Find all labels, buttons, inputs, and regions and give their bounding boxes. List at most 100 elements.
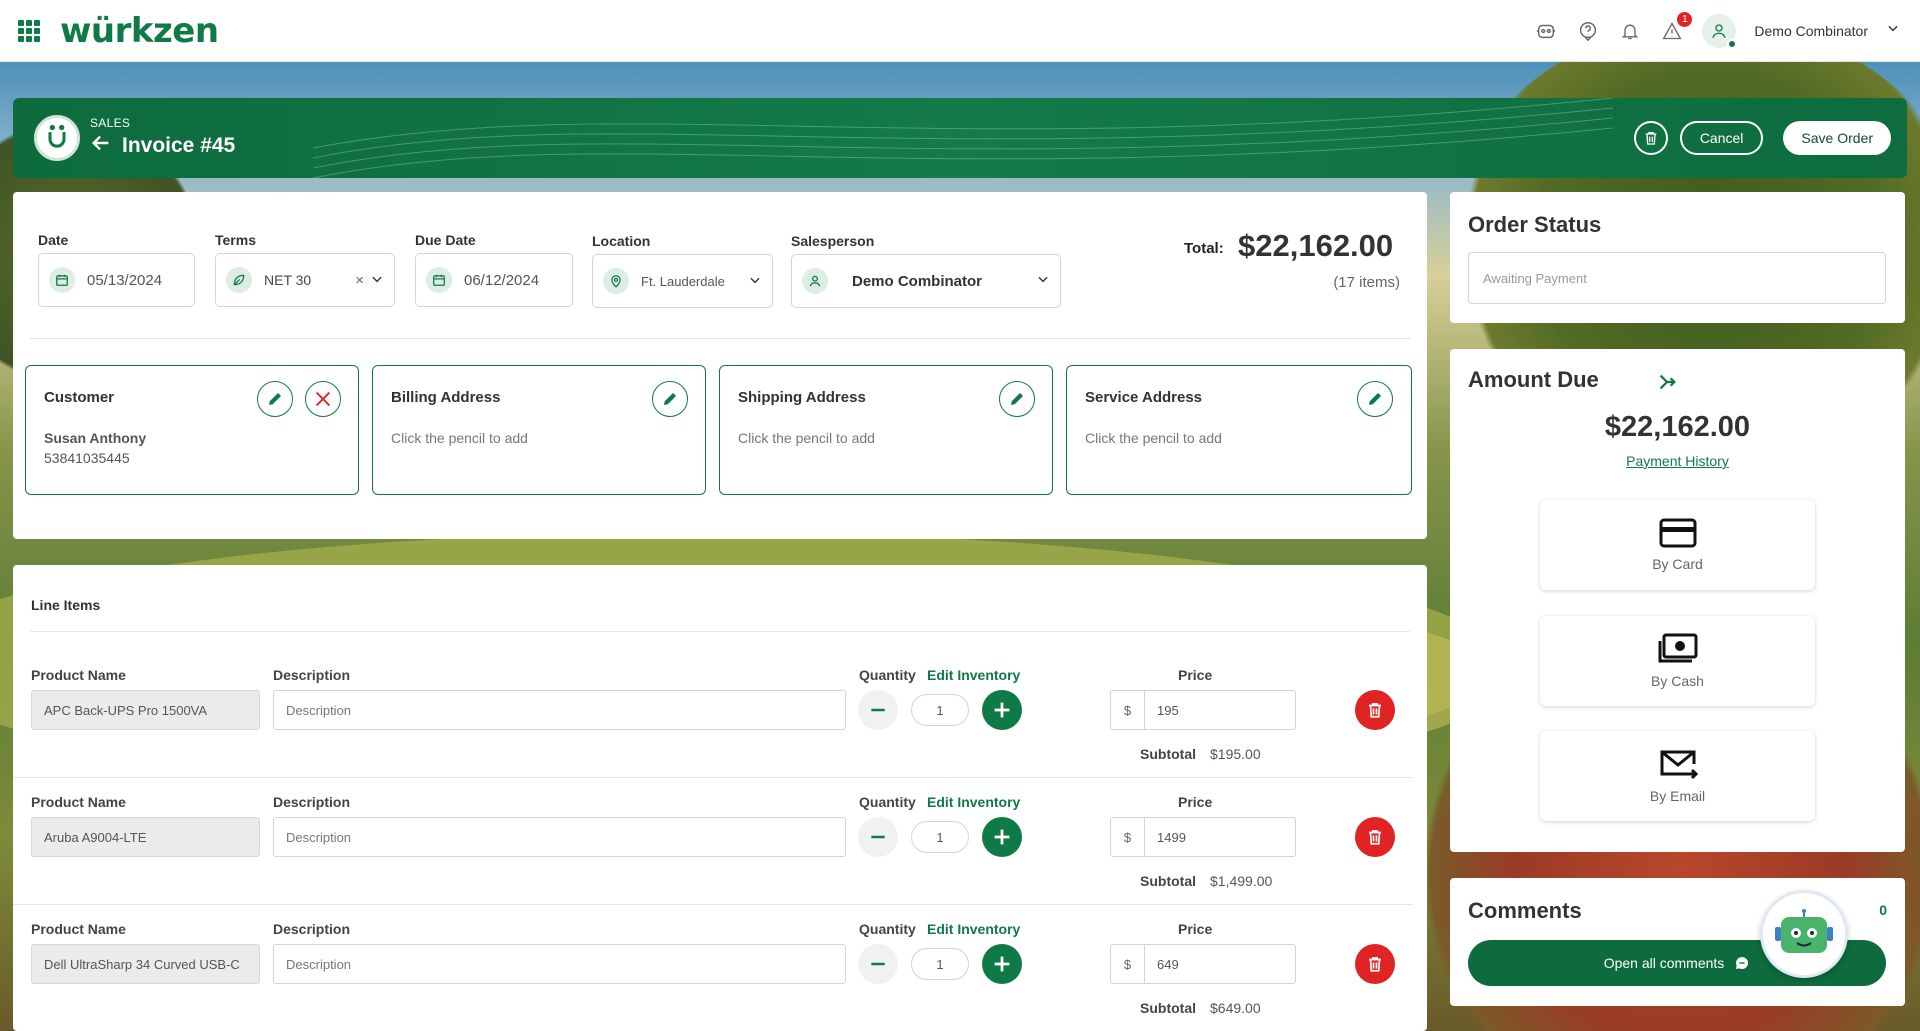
currency-symbol: $	[1111, 945, 1145, 983]
price-value: 1499	[1157, 829, 1186, 845]
chat-bubble-icon	[1736, 956, 1749, 969]
quantity-input[interactable]: 1	[911, 948, 969, 980]
due-date-field[interactable]: 06/12/2024	[415, 253, 573, 307]
description-input[interactable]: Description	[273, 817, 846, 857]
location-value: Ft. Lauderdale	[641, 273, 725, 289]
product-name-field[interactable]: Aruba A9004-LTE	[31, 817, 260, 857]
divider	[30, 631, 1410, 632]
quantity-label: Quantity	[859, 794, 916, 810]
salesperson-select[interactable]: Demo Combinator	[791, 254, 1061, 308]
subtotal: Subtotal $649.00	[1140, 1000, 1261, 1016]
by-email-label: By Email	[1649, 788, 1706, 804]
shipping-title: Shipping Address	[738, 389, 866, 406]
decrease-quantity-button[interactable]	[858, 944, 898, 984]
subtotal-label: Subtotal	[1140, 1000, 1196, 1016]
app-logo[interactable]: würkzen	[60, 11, 219, 51]
quantity-input[interactable]: 1	[911, 694, 969, 726]
cash-icon	[1658, 633, 1697, 663]
email-icon	[1660, 750, 1698, 780]
description-label: Description	[273, 794, 351, 810]
user-avatar[interactable]	[1702, 13, 1738, 49]
open-comments-label: Open all comments	[1603, 955, 1725, 971]
increase-quantity-button[interactable]	[982, 817, 1022, 857]
order-status-card: Order Status Awaiting Payment	[1450, 192, 1905, 323]
order-status-title: Order Status	[1468, 212, 1602, 237]
date-value: 05/13/2024	[87, 271, 163, 289]
edit-billing-button[interactable]	[652, 381, 688, 417]
delete-line-item-button[interactable]	[1355, 690, 1395, 730]
increase-quantity-button[interactable]	[982, 944, 1022, 984]
product-name-label: Product Name	[31, 667, 126, 683]
share-icon[interactable]	[1656, 371, 1678, 398]
notification-badge: 1	[1677, 11, 1693, 27]
amount-due-card: Amount Due $22,162.00 Payment History By…	[1450, 349, 1905, 852]
back-arrow-icon[interactable]	[90, 132, 112, 160]
pay-by-card-button[interactable]: By Card	[1540, 500, 1815, 590]
line-items-title: Line Items	[31, 597, 101, 613]
service-title: Service Address	[1085, 389, 1203, 406]
product-name-field[interactable]: APC Back-UPS Pro 1500VA	[31, 690, 260, 730]
chevron-down-icon[interactable]	[748, 273, 762, 290]
terms-select[interactable]: NET 30 ×	[215, 253, 395, 307]
price-input[interactable]: $ 195	[1110, 690, 1296, 730]
clear-terms-icon[interactable]: ×	[355, 272, 364, 289]
delete-invoice-button[interactable]	[1633, 121, 1668, 155]
salesperson-label: Salesperson	[791, 233, 875, 249]
amount-due-value: $22,162.00	[1604, 411, 1751, 443]
pay-by-email-button[interactable]: By Email	[1540, 731, 1815, 821]
description-label: Description	[273, 921, 351, 937]
brand-icon	[34, 115, 80, 161]
bell-icon[interactable]	[1618, 19, 1642, 43]
user-name[interactable]: Demo Combinator	[1754, 23, 1868, 39]
quantity-input[interactable]: 1	[911, 821, 969, 853]
header-waves-decoration	[313, 98, 1613, 178]
assistant-icon[interactable]	[1534, 19, 1558, 43]
chevron-down-icon[interactable]	[1886, 21, 1900, 40]
price-input[interactable]: $ 649	[1110, 944, 1296, 984]
subtotal-value: $1,499.00	[1210, 873, 1273, 889]
edit-inventory-link[interactable]: Edit Inventory	[927, 794, 1020, 810]
shipping-address-box: Shipping Address Click the pencil to add	[719, 365, 1053, 495]
service-placeholder: Click the pencil to add	[1085, 430, 1222, 446]
price-input[interactable]: $ 1499	[1110, 817, 1296, 857]
subtotal-value: $195.00	[1210, 746, 1261, 762]
billing-title: Billing Address	[391, 389, 501, 406]
price-label: Price	[1178, 667, 1213, 683]
location-select[interactable]: Ft. Lauderdale	[592, 254, 773, 308]
comments-count: 0	[1879, 902, 1887, 918]
remove-customer-button[interactable]	[305, 381, 341, 417]
description-input[interactable]: Description	[273, 944, 846, 984]
robot-icon	[1775, 909, 1833, 953]
by-card-label: By Card	[1652, 556, 1703, 572]
edit-customer-button[interactable]	[257, 381, 293, 417]
product-name-label: Product Name	[31, 921, 126, 937]
map-pin-icon	[603, 268, 629, 294]
delete-line-item-button[interactable]	[1355, 944, 1395, 984]
edit-service-button[interactable]	[1357, 381, 1393, 417]
edit-shipping-button[interactable]	[999, 381, 1035, 417]
apps-grid-icon[interactable]	[18, 19, 40, 42]
order-status-field[interactable]: Awaiting Payment	[1468, 252, 1886, 304]
product-name-field[interactable]: Dell UltraSharp 34 Curved USB-C	[31, 944, 260, 984]
cancel-button[interactable]: Cancel	[1679, 121, 1764, 155]
help-icon[interactable]	[1576, 19, 1600, 43]
alert-icon[interactable]: 1	[1660, 11, 1693, 43]
edit-inventory-link[interactable]: Edit Inventory	[927, 667, 1020, 683]
calendar-icon	[426, 267, 452, 293]
description-input[interactable]: Description	[273, 690, 846, 730]
payment-history-link[interactable]: Payment History	[1450, 453, 1905, 469]
edit-inventory-link[interactable]: Edit Inventory	[927, 921, 1020, 937]
increase-quantity-button[interactable]	[982, 690, 1022, 730]
pay-by-cash-button[interactable]: By Cash	[1540, 616, 1815, 706]
amount-due-title: Amount Due	[1468, 367, 1599, 392]
decrease-quantity-button[interactable]	[858, 817, 898, 857]
save-order-button[interactable]: Save Order	[1783, 121, 1891, 155]
delete-line-item-button[interactable]	[1355, 817, 1395, 857]
comments-title: Comments	[1468, 898, 1582, 923]
decrease-quantity-button[interactable]	[858, 690, 898, 730]
quantity-label: Quantity	[859, 667, 916, 683]
chevron-down-icon[interactable]	[1036, 272, 1050, 290]
date-field[interactable]: 05/13/2024	[38, 253, 195, 307]
assistant-bot-button[interactable]	[1760, 890, 1848, 978]
chevron-down-icon[interactable]	[370, 272, 384, 289]
